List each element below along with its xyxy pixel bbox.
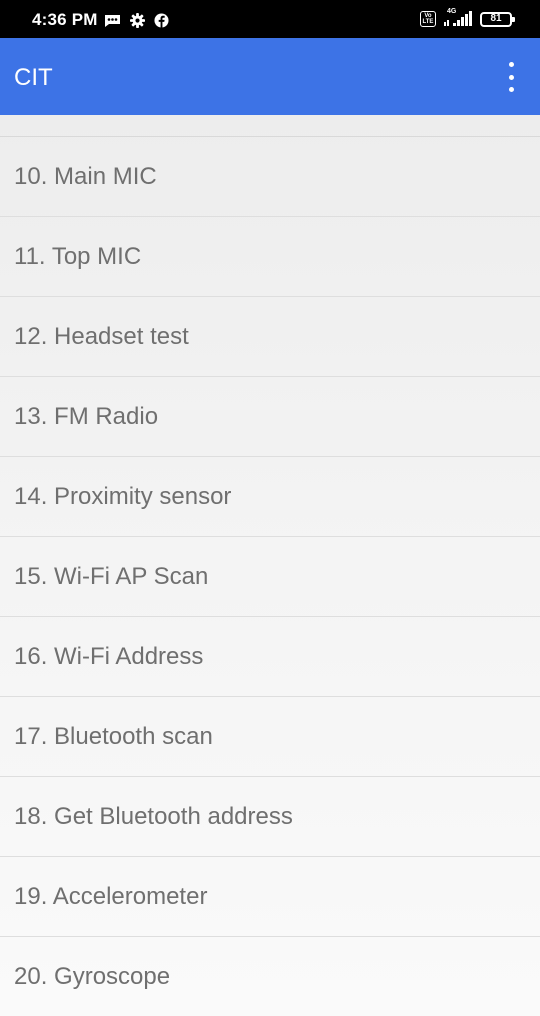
list-item-get-bluetooth-address[interactable]: 18. Get Bluetooth address: [0, 777, 540, 857]
facebook-icon: [154, 13, 169, 33]
list-item-top-mic[interactable]: 11. Top MIC: [0, 217, 540, 297]
status-left-icons: [104, 13, 169, 33]
test-list[interactable]: 10. Main MIC 11. Top MIC 12. Headset tes…: [0, 115, 540, 1016]
list-item-wifi-address[interactable]: 16. Wi-Fi Address: [0, 617, 540, 697]
list-item-label: 14. Proximity sensor: [14, 482, 232, 510]
list-item-label: 10. Main MIC: [14, 162, 157, 190]
signal-4g-icon: 4G: [444, 8, 472, 27]
volte-icon: Vo LTE: [420, 11, 436, 27]
list-item-label: 11. Top MIC: [14, 242, 142, 270]
status-time: 4:36 PM: [32, 10, 98, 29]
list-item-bluetooth-scan[interactable]: 17. Bluetooth scan: [0, 697, 540, 777]
list-item-label: 16. Wi-Fi Address: [14, 642, 204, 670]
status-right-icons: Vo LTE 4G 81: [420, 8, 515, 27]
more-vert-icon[interactable]: [504, 62, 518, 92]
list-item-label: 18. Get Bluetooth address: [14, 802, 293, 830]
status-bar: 4:36 PM Vo LTE 4G 81: [0, 0, 540, 38]
list-item-main-mic[interactable]: 10. Main MIC: [0, 137, 540, 217]
app-title: CIT: [14, 64, 53, 91]
list-item-label: 19. Accelerometer: [14, 882, 208, 910]
list-item-partial[interactable]: [0, 115, 540, 137]
list-item-headset-test[interactable]: 12. Headset test: [0, 297, 540, 377]
app-bar: CIT: [0, 38, 540, 115]
battery-icon: 81: [480, 11, 515, 27]
list-item-label: 12. Headset test: [14, 322, 189, 350]
list-item-gyroscope[interactable]: 20. Gyroscope: [0, 937, 540, 1016]
list-item-proximity-sensor[interactable]: 14. Proximity sensor: [0, 457, 540, 537]
list-item-label: 15. Wi-Fi AP Scan: [14, 562, 209, 590]
list-item-accelerometer[interactable]: 19. Accelerometer: [0, 857, 540, 937]
battery-level: 81: [490, 13, 502, 24]
gear-icon: [130, 13, 145, 33]
list-item-label: 17. Bluetooth scan: [14, 722, 213, 750]
message-icon: [104, 14, 121, 33]
list-item-label: 20. Gyroscope: [14, 962, 171, 990]
list-item-label: 13. FM Radio: [14, 402, 159, 430]
list-item-fm-radio[interactable]: 13. FM Radio: [0, 377, 540, 457]
list-item-wifi-ap-scan[interactable]: 15. Wi-Fi AP Scan: [0, 537, 540, 617]
